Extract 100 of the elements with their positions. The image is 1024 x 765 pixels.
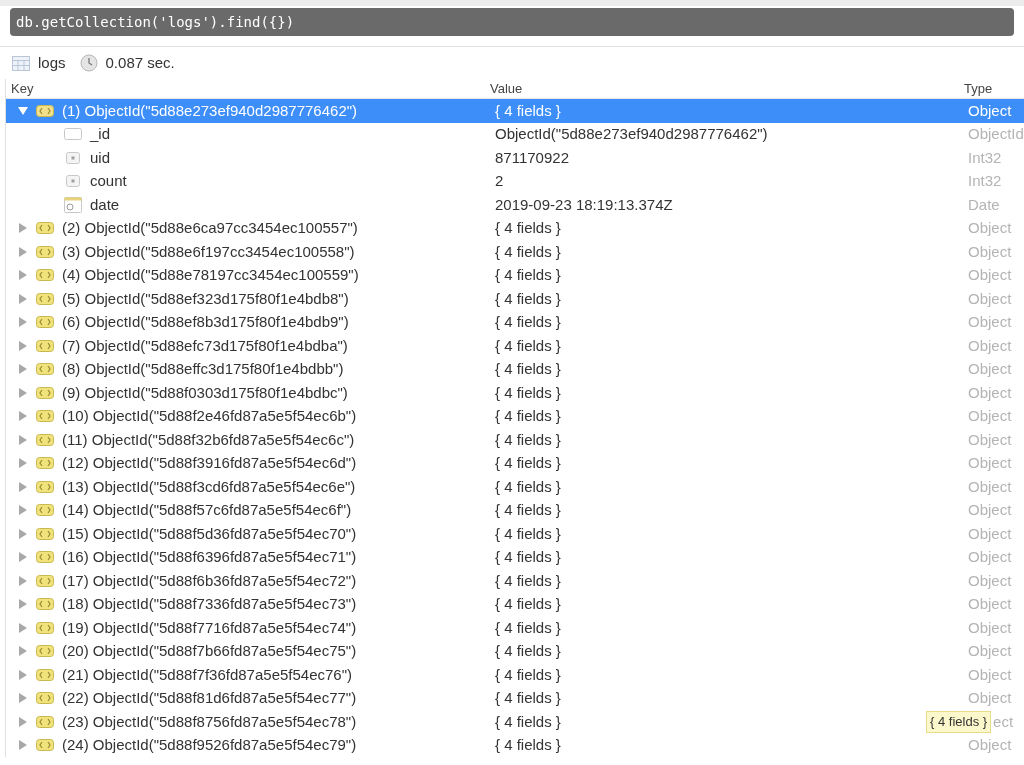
value-text: 871170922	[495, 148, 569, 166]
expand-arrow-icon[interactable]	[18, 669, 28, 680]
expand-arrow-icon[interactable]	[18, 528, 28, 539]
column-header[interactable]: Key	[11, 80, 34, 96]
type-text: ect	[993, 711, 1014, 732]
document-row[interactable]: (4) ObjectId("5d88e78197cc3454ec100559") { 4 fields } Object	[6, 263, 1024, 287]
object-icon	[36, 292, 54, 305]
object-icon	[36, 621, 54, 634]
object-icon	[36, 222, 54, 235]
type-text: Object	[968, 570, 1012, 591]
value-text: { 4 fields }	[495, 595, 561, 612]
document-row[interactable]: (13) ObjectId("5d88f3cd6fd87a5e5f54ec6e") { 4 fields } Object	[6, 475, 1024, 499]
table-icon	[12, 55, 30, 71]
collection-name: logs	[38, 52, 66, 73]
value-text: { 4 fields }	[495, 548, 561, 565]
collapse-arrow-icon[interactable]	[18, 105, 28, 116]
value-text: { 4 fields }	[495, 289, 561, 307]
key-text: (19) ObjectId("5d88f7716fd87a5e5f54ec74")	[62, 617, 357, 638]
expand-arrow-icon[interactable]	[18, 646, 28, 657]
document-row[interactable]: (7) ObjectId("5d88efc73d175f80f1e4bdba") { 4 fields } Object	[6, 334, 1024, 358]
document-row[interactable]: (18) ObjectId("5d88f7336fd87a5e5f54ec73") { 4 fields } Object	[6, 592, 1024, 616]
column-header[interactable]: Value	[490, 80, 523, 96]
document-row[interactable]: (23) ObjectId("5d88f8756fd87a5e5f54ec78") { 4 fields } { 4 fields } ect	[6, 710, 1024, 734]
expand-arrow-icon[interactable]	[18, 317, 28, 328]
document-row[interactable]: (5) ObjectId("5d88ef323d175f80f1e4bdb8") { 4 fields } Object	[6, 287, 1024, 311]
object-icon	[36, 645, 54, 658]
column-header[interactable]: Type	[964, 80, 993, 96]
object-icon	[36, 339, 54, 352]
object-icon	[36, 316, 54, 329]
expand-arrow-icon[interactable]	[18, 223, 28, 234]
expand-arrow-icon[interactable]	[18, 411, 28, 422]
key-text: (9) ObjectId("5d88f0303d175f80f1e4bdbc")	[62, 382, 348, 403]
document-row[interactable]: (20) ObjectId("5d88f7b66fd87a5e5f54ec75") { 4 fields } Object	[6, 639, 1024, 663]
document-row[interactable]: (24) ObjectId("5d88f9526fd87a5e5f54ec79") { 4 fields } Object	[6, 733, 1024, 757]
expand-arrow-icon[interactable]	[18, 387, 28, 398]
expand-arrow-icon[interactable]	[18, 434, 28, 445]
expand-arrow-icon[interactable]	[18, 622, 28, 633]
type-text: Object	[968, 406, 1012, 426]
object-icon	[36, 739, 54, 752]
document-row[interactable]: (11) ObjectId("5d88f32b6fd87a5e5f54ec6c") { 4 fields } Object	[6, 428, 1024, 452]
value-text: { 4 fields }	[495, 736, 561, 753]
expand-arrow-icon[interactable]	[18, 293, 28, 304]
document-row[interactable]: (2) ObjectId("5d88e6ca97cc3454ec100557") { 4 fields } Object	[6, 216, 1024, 240]
expand-arrow-icon[interactable]	[18, 693, 28, 704]
key-text: (22) ObjectId("5d88f81d6fd87a5e5f54ec77")	[62, 688, 357, 708]
document-row[interactable]: (3) ObjectId("5d88e6f197cc3454ec100558") { 4 fields } Object	[6, 240, 1024, 264]
expand-arrow-icon[interactable]	[18, 458, 28, 469]
key-text: (6) ObjectId("5d88ef8b3d175f80f1e4bdb9")	[62, 312, 349, 332]
type-text: Object	[968, 476, 1012, 497]
expand-arrow-icon[interactable]	[18, 575, 28, 586]
object-icon	[36, 363, 54, 376]
key-text: (24) ObjectId("5d88f9526fd87a5e5f54ec79")	[62, 735, 357, 755]
document-row[interactable]: (6) ObjectId("5d88ef8b3d175f80f1e4bdb9") { 4 fields } Object	[6, 310, 1024, 334]
key-text: date	[90, 194, 120, 215]
object-icon	[36, 504, 54, 517]
document-row[interactable]: (8) ObjectId("5d88effc3d175f80f1e4bdbb") { 4 fields } Object	[6, 357, 1024, 381]
document-row[interactable]: (22) ObjectId("5d88f81d6fd87a5e5f54ec77") { 4 fields } Object	[6, 686, 1024, 710]
object-icon	[36, 104, 54, 117]
key-text: (4) ObjectId("5d88e78197cc3454ec100559")	[62, 265, 359, 285]
type-text: Object	[968, 312, 1012, 332]
value-text: { 4 fields }	[495, 665, 561, 683]
expand-arrow-icon[interactable]	[18, 552, 28, 563]
expand-arrow-icon[interactable]	[18, 716, 28, 727]
expand-arrow-icon[interactable]	[18, 364, 28, 375]
expand-arrow-icon[interactable]	[18, 270, 28, 281]
key-text: uid	[90, 147, 111, 168]
key-text: _id	[90, 124, 111, 144]
expand-arrow-icon[interactable]	[18, 505, 28, 516]
type-text: Object	[968, 288, 1012, 309]
expand-arrow-icon[interactable]	[18, 340, 28, 351]
expand-arrow-icon[interactable]	[18, 481, 28, 492]
key-text: (14) ObjectId("5d88f57c6fd87a5e5f54ec6f")	[62, 500, 352, 520]
object-icon	[36, 527, 54, 540]
document-row[interactable]: (21) ObjectId("5d88f7f36fd87a5e5f54ec76") { 4 fields } Object	[6, 663, 1024, 687]
object-icon	[36, 269, 54, 282]
type-text: Object	[968, 500, 1012, 520]
document-row[interactable]: (12) ObjectId("5d88f3916fd87a5e5f54ec6d") { 4 fields } Object	[6, 451, 1024, 475]
value-text: ObjectId("5d88e273ef940d2987776462")	[495, 125, 768, 142]
document-row[interactable]: (15) ObjectId("5d88f5d36fd87a5e5f54ec70") { 4 fields } Object	[6, 522, 1024, 546]
document-row[interactable]: (10) ObjectId("5d88f2e46fd87a5e5f54ec6b") { 4 fields } Object	[6, 404, 1024, 428]
document-row[interactable]: (17) ObjectId("5d88f6b36fd87a5e5f54ec72") { 4 fields } Object	[6, 569, 1024, 593]
query-time: 0.087 sec.	[105, 52, 175, 73]
key-text: (17) ObjectId("5d88f6b36fd87a5e5f54ec72")	[62, 570, 357, 591]
type-text: Object	[968, 429, 1012, 450]
document-row[interactable]: (16) ObjectId("5d88f6396fd87a5e5f54ec71") { 4 fields } Object	[6, 545, 1024, 569]
key-text: (8) ObjectId("5d88effc3d175f80f1e4bdbb")	[62, 359, 344, 379]
value-text: { 4 fields }	[495, 618, 561, 636]
key-text: (1) ObjectId("5d88e273ef940d2987776462")	[62, 100, 358, 121]
object-icon	[36, 245, 54, 258]
document-row[interactable]: (9) ObjectId("5d88f0303d175f80f1e4bdbc") { 4 fields } Object	[6, 381, 1024, 405]
expand-arrow-icon[interactable]	[18, 599, 28, 610]
type-text: Date	[968, 195, 1000, 213]
document-row[interactable]: (14) ObjectId("5d88f57c6fd87a5e5f54ec6f") { 4 fields } Object	[6, 498, 1024, 522]
value-text: { 4 fields }	[495, 336, 561, 354]
document-row[interactable]: (19) ObjectId("5d88f7716fd87a5e5f54ec74") { 4 fields } Object	[6, 616, 1024, 640]
value-text: { 4 fields }	[495, 242, 561, 260]
expand-arrow-icon[interactable]	[18, 246, 28, 257]
expand-arrow-icon[interactable]	[18, 740, 28, 751]
query-bar[interactable]: db.getCollection('logs').find({})	[10, 8, 1014, 36]
number-field-icon	[66, 151, 80, 164]
